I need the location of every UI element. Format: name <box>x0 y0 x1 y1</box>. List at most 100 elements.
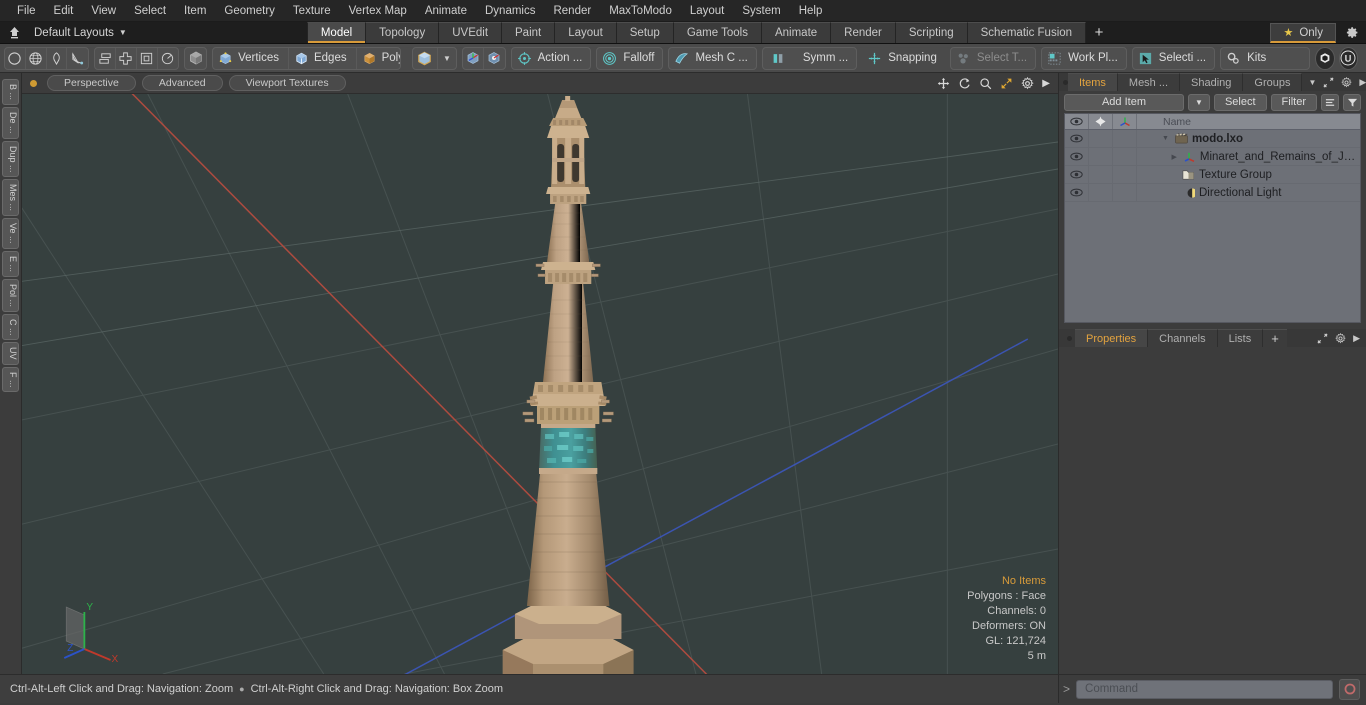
tab-shading[interactable]: Shading <box>1180 73 1244 91</box>
add-properties-tab-button[interactable]: + <box>1263 329 1287 347</box>
add-tab-button[interactable]: + <box>1086 22 1112 43</box>
action-center-button[interactable]: Action ... <box>510 46 592 70</box>
table-row[interactable]: Texture Group <box>1065 166 1360 184</box>
add-item-button[interactable]: Add Item <box>1064 93 1184 111</box>
radial-icon[interactable] <box>158 48 179 69</box>
3d-viewport[interactable]: Y X Z No Items Polygons : Face Channels:… <box>22 93 1058 674</box>
zoom-icon[interactable] <box>979 77 992 90</box>
gear-icon[interactable] <box>1341 76 1353 88</box>
funnel-icon[interactable] <box>1343 93 1361 111</box>
tree-item-mesh[interactable]: ▶ Minaret_and_Remains_of_Ja ... <box>1137 148 1360 165</box>
vtab-uv[interactable]: UV <box>2 342 19 365</box>
mesh-constraint-button[interactable]: Mesh C ... <box>668 46 757 70</box>
vtab-vertex[interactable]: Ve ... <box>2 218 19 249</box>
vtab-fusion[interactable]: F ... <box>2 366 19 393</box>
chevron-right-icon[interactable]: ▶ <box>1353 333 1360 344</box>
only-toggle-button[interactable]: ★ Only <box>1270 23 1336 43</box>
chevron-right-icon[interactable]: ▶ <box>1042 78 1050 89</box>
row-visibility-toggle[interactable] <box>1065 130 1089 147</box>
tab-items[interactable]: Items <box>1068 73 1118 91</box>
tree-item-directional-light[interactable]: Directional Light <box>1137 184 1360 201</box>
rotate-icon[interactable] <box>958 77 971 90</box>
menu-item-geometry[interactable]: Geometry <box>215 1 284 21</box>
tab-render[interactable]: Render <box>831 22 896 43</box>
command-input[interactable] <box>1076 679 1333 699</box>
menu-item-animate[interactable]: Animate <box>416 1 476 21</box>
curve-icon[interactable] <box>67 48 88 69</box>
tab-topology[interactable]: Topology <box>366 22 440 43</box>
modo-icon[interactable] <box>1315 46 1335 70</box>
row-transform-cell[interactable] <box>1113 148 1137 165</box>
snapping-button[interactable]: Snapping <box>862 47 945 70</box>
menu-item-help[interactable]: Help <box>790 1 832 21</box>
selection-sets-button[interactable]: Selecti ... <box>1131 46 1216 70</box>
triangle-right-icon[interactable]: ▶ <box>1172 153 1177 161</box>
mode-polygons[interactable]: Polygons <box>357 48 400 69</box>
items-tree[interactable]: Name ▼ modo.lxo ▶ Minaret_and_Remains_of… <box>1064 113 1361 323</box>
expand-icon[interactable] <box>1317 332 1328 344</box>
viewport-projection-selector[interactable]: Perspective <box>47 75 136 91</box>
vtab-duplicate[interactable]: Dup ... <box>2 140 19 178</box>
tab-lists[interactable]: Lists <box>1217 329 1264 347</box>
row-lock-cell[interactable] <box>1089 166 1113 183</box>
globe-icon[interactable] <box>26 47 47 69</box>
row-lock-cell[interactable] <box>1089 184 1113 201</box>
row-lock-cell[interactable] <box>1089 130 1113 147</box>
tab-layout[interactable]: Layout <box>555 22 617 43</box>
unreal-icon[interactable] <box>1338 46 1358 70</box>
pen-icon[interactable] <box>47 47 68 69</box>
filter-button[interactable]: Filter <box>1270 93 1317 111</box>
table-row[interactable]: ▼ modo.lxo <box>1065 130 1360 148</box>
items-tree-empty-area[interactable] <box>1065 202 1360 322</box>
chevron-down-icon[interactable]: ▼ <box>438 48 456 69</box>
record-icon[interactable] <box>1339 678 1360 700</box>
tab-setup[interactable]: Setup <box>616 22 674 43</box>
chevron-down-icon[interactable]: ▼ <box>1308 78 1316 87</box>
menu-item-texture[interactable]: Texture <box>284 1 340 21</box>
table-row[interactable]: ▶ Minaret_and_Remains_of_Ja ... <box>1065 148 1360 166</box>
center-pivot-icon[interactable] <box>484 48 505 69</box>
tree-item-texture-group[interactable]: Texture Group <box>1137 166 1360 183</box>
menu-item-maxtomodo[interactable]: MaxToModo <box>600 1 681 21</box>
row-transform-cell[interactable] <box>1113 130 1137 147</box>
row-visibility-toggle[interactable] <box>1065 184 1089 201</box>
tab-animate[interactable]: Animate <box>761 22 832 43</box>
menu-item-dynamics[interactable]: Dynamics <box>476 1 544 21</box>
table-row[interactable]: Directional Light <box>1065 184 1360 202</box>
pivot-icon[interactable] <box>463 47 484 69</box>
vtab-basic[interactable]: B ... <box>2 79 19 106</box>
menu-item-item[interactable]: Item <box>175 1 215 21</box>
viewport-textures-selector[interactable]: Viewport Textures <box>228 75 346 91</box>
falloff-button[interactable]: Falloff <box>596 46 664 70</box>
gear-icon[interactable] <box>1021 76 1034 90</box>
center-icon[interactable] <box>116 47 137 69</box>
circle-icon[interactable] <box>5 47 26 69</box>
menu-item-render[interactable]: Render <box>544 1 600 21</box>
list-icon[interactable] <box>1321 93 1339 111</box>
vtab-polygon[interactable]: Pol ... <box>2 278 19 312</box>
select-button[interactable]: Select <box>1213 93 1267 111</box>
tab-mesh-ops[interactable]: Mesh ... <box>1117 73 1181 91</box>
row-lock-cell[interactable] <box>1089 148 1113 165</box>
tab-schematic-fusion[interactable]: Schematic Fusion <box>967 22 1087 43</box>
vtab-deform[interactable]: De ... <box>2 107 19 139</box>
vtab-edge[interactable]: E ... <box>2 250 19 277</box>
panel-menu-dot[interactable] <box>1063 329 1075 347</box>
tree-item-scene[interactable]: ▼ modo.lxo <box>1137 130 1360 147</box>
row-transform-cell[interactable] <box>1113 184 1137 201</box>
menu-item-view[interactable]: View <box>82 1 125 21</box>
gear-icon[interactable] <box>1338 22 1366 43</box>
row-transform-cell[interactable] <box>1113 166 1137 183</box>
row-visibility-toggle[interactable] <box>1065 148 1089 165</box>
select-through-button[interactable]: Select T... <box>949 46 1037 70</box>
work-plane-button[interactable]: Work Pl... <box>1041 46 1127 70</box>
kits-button[interactable]: Kits <box>1220 46 1311 70</box>
chevron-right-icon[interactable]: ▶ <box>1359 77 1366 88</box>
expand-icon[interactable] <box>1323 76 1334 88</box>
tab-channels[interactable]: Channels <box>1148 329 1218 347</box>
add-item-dropdown[interactable]: ▼ <box>1187 93 1210 111</box>
menu-item-layout[interactable]: Layout <box>681 1 734 21</box>
menu-item-file[interactable]: File <box>8 1 45 21</box>
tab-uvedit[interactable]: UVEdit <box>439 22 503 43</box>
viewport-shading-selector[interactable]: Advanced <box>141 75 223 91</box>
